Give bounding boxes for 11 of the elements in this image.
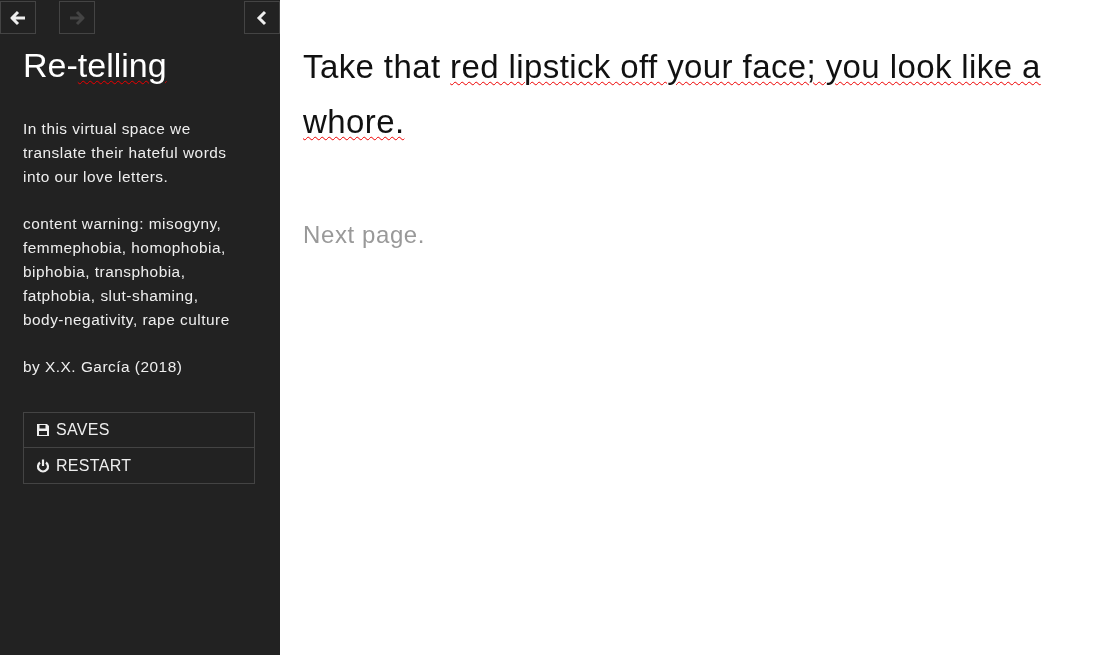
right-arrow-icon [69, 9, 85, 26]
power-icon [36, 458, 50, 473]
left-arrow-icon [10, 9, 26, 26]
story-title: Re-telling [23, 46, 168, 84]
intro-text: In this virtual space we translate their hateful words into our love letters. [23, 119, 228, 187]
collapse-sidebar-button[interactable] [244, 1, 280, 34]
intro-text: content warning: misogyny, femmephobia, homophobia, biphobia, transphobia, fatphobia, slut-shaming, body-negativity, rape culture [23, 214, 231, 330]
intro-text: by X.X. García (2018) [23, 357, 184, 377]
passage-text: Take that red lipstick off your face; you look like a whore. [303, 47, 1042, 142]
back-button[interactable] [0, 1, 36, 34]
chevron-left-icon [256, 9, 268, 26]
